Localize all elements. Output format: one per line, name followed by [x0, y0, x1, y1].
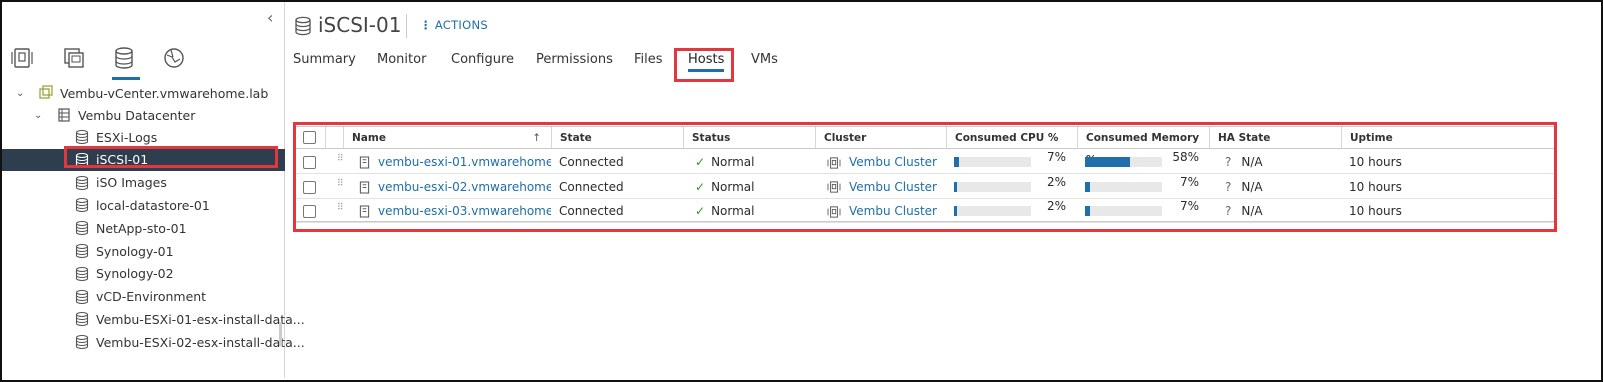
- tree-item-label: NetApp-sto-01: [96, 220, 187, 236]
- tree-item-datastore[interactable]: Vembu-ESXi-02-esx-install-data...: [2, 331, 305, 353]
- datastore-icon: [74, 197, 90, 213]
- selected-datastore-highlight: [64, 146, 278, 168]
- datastore-icon: [74, 175, 90, 191]
- tab-files[interactable]: Files: [634, 52, 663, 67]
- tab-vms[interactable]: VMs: [751, 52, 778, 67]
- tree-item-datastore[interactable]: local-datastore-01: [2, 194, 285, 216]
- tree-item-label: iSO Images: [96, 175, 167, 191]
- datastore-icon: [74, 243, 90, 259]
- tree-item-datastore[interactable]: Synology-02: [2, 263, 285, 285]
- tab-summary[interactable]: Summary: [293, 52, 356, 67]
- vcenter-icon: [38, 85, 54, 101]
- object-tabs: Summary Monitor Configure Permissions Files H…: [286, 48, 1286, 76]
- tree-item-label: Vembu-ESXi-02-esx-install-data...: [96, 334, 305, 350]
- actions-menu-button[interactable]: ⋮ ACTIONS: [420, 18, 488, 32]
- tree-item-label: Vembu Datacenter: [78, 107, 196, 123]
- datastore-icon: [74, 220, 90, 236]
- tree-item-label: Vembu-vCenter.vmwarehome.lab: [60, 85, 269, 101]
- page-title: iSCSI-01: [318, 13, 402, 37]
- tree-item-datastore[interactable]: NetApp-sto-01: [2, 217, 285, 239]
- collapse-panel-icon[interactable]: ‹: [267, 8, 273, 27]
- storage-icon[interactable]: [112, 46, 140, 80]
- tree-item-datastore[interactable]: iSO Images: [2, 172, 285, 194]
- chevron-down-icon[interactable]: ⌄: [16, 88, 28, 99]
- tree-item-datacenter[interactable]: ⌄ Vembu Datacenter: [2, 104, 285, 126]
- navigator-panel: ‹ ⌄ Vembu-vCenter.vmwarehome.lab ⌄ Vembu…: [2, 2, 305, 378]
- datastore-icon: [294, 16, 312, 36]
- tab-monitor[interactable]: Monitor: [377, 52, 426, 67]
- datacenter-icon: [56, 107, 72, 123]
- datastore-icon: [74, 334, 90, 350]
- tree-item-datastore[interactable]: Synology-01: [2, 240, 285, 262]
- datastore-icon: [74, 311, 90, 327]
- tree-item-datastore[interactable]: Vembu-ESXi-01-esx-install-data...: [2, 308, 305, 330]
- tree-item-label: Synology-02: [96, 266, 174, 282]
- tree-item-datastore[interactable]: vCD-Environment: [2, 286, 285, 308]
- chevron-down-icon[interactable]: ⌄: [34, 110, 46, 121]
- datastore-icon: [74, 129, 90, 145]
- tree-item-label: vCD-Environment: [96, 289, 207, 305]
- header-divider: [406, 14, 407, 38]
- tab-permissions[interactable]: Permissions: [536, 52, 613, 67]
- tree-item-vcenter[interactable]: ⌄ Vembu-vCenter.vmwarehome.lab: [2, 82, 285, 104]
- tab-configure[interactable]: Configure: [451, 52, 514, 67]
- vms-templates-icon[interactable]: [62, 46, 90, 74]
- datastore-icon: [74, 289, 90, 305]
- tree-item-label: Synology-01: [96, 243, 174, 259]
- actions-label: ACTIONS: [434, 18, 488, 32]
- tree-item-label: Vembu-ESXi-01-esx-install-data...: [96, 311, 305, 327]
- main-panel: iSCSI-01 ⋮ ACTIONS Summary Monitor Configur…: [286, 2, 1601, 378]
- tree-scrollbar[interactable]: [279, 322, 282, 346]
- networking-icon[interactable]: [162, 46, 190, 74]
- tree-item-label: local-datastore-01: [96, 197, 210, 213]
- datastore-icon: [74, 266, 90, 282]
- kebab-icon: ⋮: [420, 18, 432, 32]
- hosts-tab-highlight: [674, 48, 734, 82]
- navigator-tabs: [10, 42, 260, 80]
- tree-item-label: ESXi-Logs: [96, 129, 158, 145]
- hosts-clusters-icon[interactable]: [10, 46, 38, 74]
- hosts-grid-highlight: [293, 122, 1557, 232]
- tree-item-datastore[interactable]: ESXi-Logs: [2, 126, 285, 148]
